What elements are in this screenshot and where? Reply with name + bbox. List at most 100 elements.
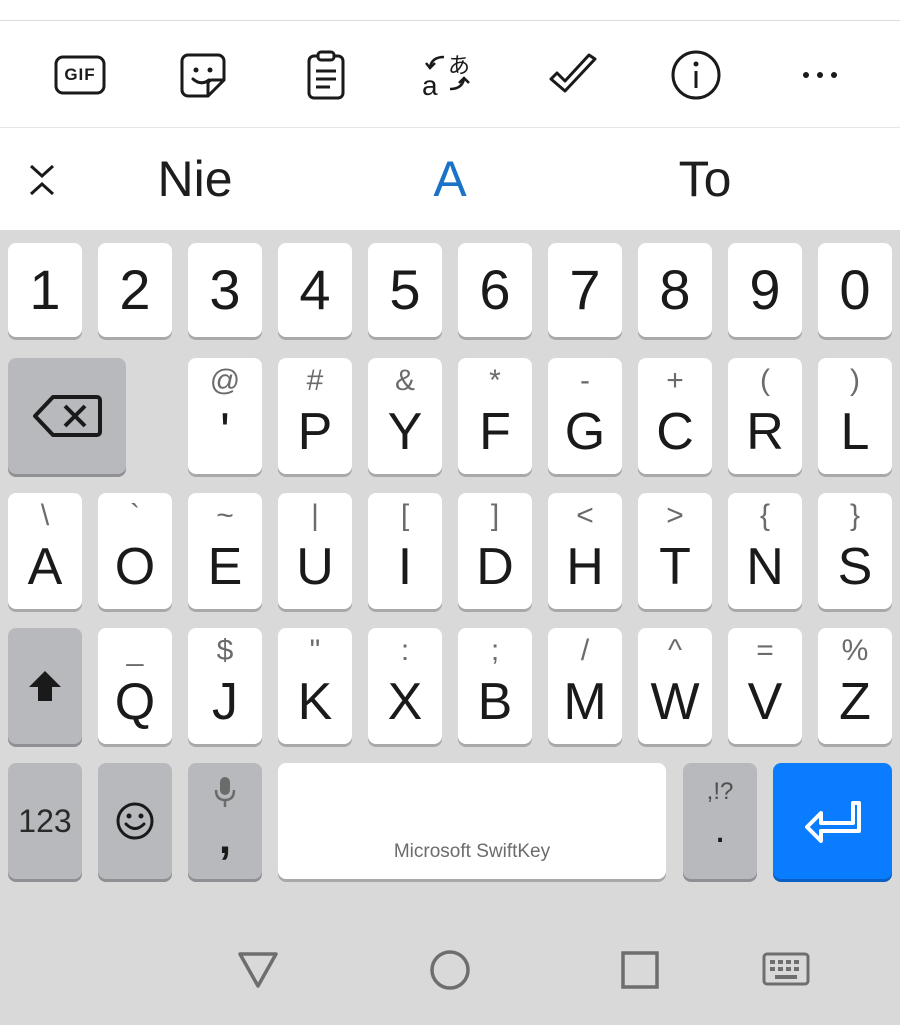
punctuation-key[interactable]: ,!? .	[683, 763, 757, 879]
key-1[interactable]: 1	[8, 243, 82, 337]
key-secondary: =	[756, 634, 774, 667]
key-z[interactable]: % Z	[818, 628, 892, 744]
recents-button[interactable]	[610, 945, 670, 995]
recents-square-icon	[621, 951, 659, 989]
home-button[interactable]	[420, 945, 480, 995]
key-primary: N	[746, 538, 784, 596]
comma-voice-key[interactable]: ,	[188, 763, 262, 879]
key-primary: P	[297, 403, 333, 461]
key-4[interactable]: 4	[278, 243, 352, 337]
key-secondary: %	[841, 634, 869, 667]
key-y[interactable]: & Y	[368, 358, 442, 474]
key-d[interactable]: ] D	[458, 493, 532, 609]
sticker-icon	[180, 53, 226, 98]
key-primary: Y	[387, 403, 423, 461]
space-bar-label: Microsoft SwiftKey	[393, 841, 551, 862]
suggestion-bar: Nie A To	[0, 128, 900, 230]
enter-arrow-icon	[804, 801, 861, 843]
key-g[interactable]: - G	[548, 358, 622, 474]
shift-arrow-icon	[29, 671, 61, 701]
back-triangle-icon	[238, 952, 278, 988]
key-l[interactable]: ) L	[818, 358, 892, 474]
key-j[interactable]: $ J	[188, 628, 262, 744]
keyboard-switch-button[interactable]	[756, 945, 816, 995]
key-secondary: {	[759, 499, 771, 532]
key-secondary: [	[400, 499, 410, 532]
numbers-mode-key[interactable]: 123	[8, 763, 82, 879]
period-label: .	[714, 807, 726, 851]
gif-label: GIF	[64, 65, 96, 84]
key-secondary: :	[400, 634, 410, 667]
key-secondary: `	[130, 499, 140, 532]
svg-text:あ: あ	[448, 54, 470, 79]
key-primary: O	[114, 538, 156, 596]
key-secondary: $	[216, 634, 234, 667]
clipboard-button[interactable]	[296, 47, 356, 103]
spellcheck-button[interactable]	[543, 47, 603, 103]
key-n[interactable]: { N	[728, 493, 802, 609]
more-icon	[803, 72, 837, 78]
key-0[interactable]: 0	[818, 243, 892, 337]
key-q[interactable]: _ Q	[98, 628, 172, 744]
emoji-key[interactable]	[98, 763, 172, 879]
key-secondary: \	[40, 499, 50, 532]
key-t[interactable]: > T	[638, 493, 712, 609]
back-button[interactable]	[228, 945, 288, 995]
key-primary: V	[747, 673, 783, 731]
collapse-toolbar-button[interactable]	[20, 158, 64, 202]
key-5[interactable]: 5	[368, 243, 442, 337]
key-secondary: -	[580, 364, 590, 397]
suggestion-right[interactable]: To	[605, 128, 805, 230]
key-primary: M	[563, 673, 607, 731]
key-b[interactable]: ; B	[458, 628, 532, 744]
key-r[interactable]: ( R	[728, 358, 802, 474]
key-primary: L	[840, 403, 870, 461]
suggestion-left[interactable]: Nie	[95, 128, 295, 230]
key-f[interactable]: * F	[458, 358, 532, 474]
key-3[interactable]: 3	[188, 243, 262, 337]
key-v[interactable]: = V	[728, 628, 802, 744]
backspace-icon	[33, 395, 102, 437]
key-primary: S	[837, 538, 873, 596]
space-bar[interactable]: Microsoft SwiftKey	[278, 763, 666, 879]
translate-button[interactable]: a あ	[418, 47, 478, 103]
key-a[interactable]: \ A	[8, 493, 82, 609]
key-c[interactable]: + C	[638, 358, 712, 474]
key-k[interactable]: " K	[278, 628, 352, 744]
enter-key[interactable]	[773, 763, 892, 879]
key-apostrophe[interactable]: @ '	[188, 358, 262, 474]
smiley-icon	[116, 802, 154, 840]
key-8[interactable]: 8	[638, 243, 712, 337]
microphone-icon	[214, 777, 236, 807]
suggestion-middle[interactable]: A	[350, 128, 550, 230]
key-p[interactable]: # P	[278, 358, 352, 474]
key-secondary: /	[580, 634, 590, 667]
key-9[interactable]: 9	[728, 243, 802, 337]
top-strip	[0, 0, 900, 21]
key-u[interactable]: | U	[278, 493, 352, 609]
key-primary: U	[296, 538, 334, 596]
more-button[interactable]	[790, 47, 850, 103]
key-s[interactable]: } S	[818, 493, 892, 609]
info-button[interactable]	[666, 47, 726, 103]
key-h[interactable]: < H	[548, 493, 622, 609]
key-primary: T	[659, 538, 691, 596]
key-secondary: )	[850, 364, 860, 397]
backspace-key[interactable]	[8, 358, 126, 474]
svg-text:a: a	[422, 70, 438, 101]
key-secondary: ^	[667, 634, 683, 667]
key-o[interactable]: ` O	[98, 493, 172, 609]
key-2[interactable]: 2	[98, 243, 172, 337]
sticker-button[interactable]	[173, 47, 233, 103]
key-6[interactable]: 6	[458, 243, 532, 337]
key-primary: W	[650, 673, 700, 731]
gif-button[interactable]: GIF	[50, 47, 110, 103]
key-e[interactable]: ~ E	[188, 493, 262, 609]
key-x[interactable]: : X	[368, 628, 442, 744]
key-i[interactable]: [ I	[368, 493, 442, 609]
info-icon	[671, 50, 721, 100]
key-7[interactable]: 7	[548, 243, 622, 337]
key-w[interactable]: ^ W	[638, 628, 712, 744]
shift-key[interactable]	[8, 628, 82, 744]
key-m[interactable]: / M	[548, 628, 622, 744]
